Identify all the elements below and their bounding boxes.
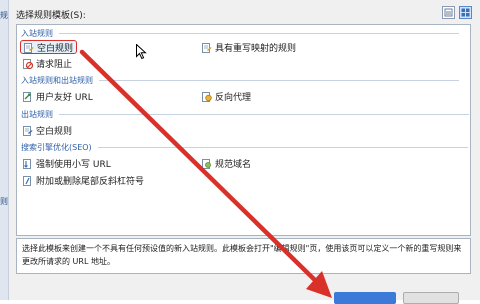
rule-item-label: 附加或删除尾部反斜杠符号 [36,176,145,187]
rule-item-request-block[interactable]: 请求阻止 [22,56,72,70]
group-header-outbound: 出站规则 [21,109,469,120]
left-panel-fragment: 则 [0,197,8,206]
ok-button[interactable] [334,292,396,304]
rule-document-icon [22,125,33,136]
rule-item-label: 反向代理 [215,92,252,103]
template-description: 选择此模板来创建一个不具有任何预设值的新入站规则。此模板会打开"编辑规则"页，使… [16,238,471,274]
group-header-label: 入站规则 [21,29,53,38]
view-toggle [442,6,472,19]
group-header-label: 搜索引擎优化(SEO) [21,143,92,152]
rule-item-label: 规范域名 [215,159,252,170]
rule-template-list[interactable]: 入站规则 空白规则 具有重写映射的规则 请求阻止 入站规则和出站规则 用户友好 … [16,24,471,236]
rule-document-icon [22,158,33,169]
left-panel-edge: 规 则 [0,0,9,300]
group-header-label: 入站规则和出站规则 [21,76,93,85]
cancel-button[interactable] [403,292,459,304]
group-header-inbound: 入站规则 [21,28,459,39]
rule-document-icon [201,158,212,169]
left-panel-fragment: 规 [0,11,8,20]
group-header-seo: 搜索引擎优化(SEO) [21,142,468,153]
rule-document-icon [22,175,33,186]
rule-item-trailing-slash[interactable]: 附加或删除尾部反斜杠符号 [22,173,144,187]
rule-item-rewrite-map[interactable]: 具有重写映射的规则 [201,40,296,54]
rule-item-blank-outbound[interactable]: 空白规则 [22,123,72,137]
rule-item-label: 具有重写映射的规则 [215,43,297,54]
rule-document-icon [23,42,34,53]
rule-item-friendly-url[interactable]: 用户友好 URL [22,89,93,103]
group-header-label: 出站规则 [21,110,53,119]
group-header-in-out: 入站规则和出站规则 [21,75,459,86]
rule-item-label: 用户友好 URL [36,92,93,103]
view-list-icon [444,8,453,17]
friendly-url-icon [22,91,33,102]
add-rules-dialog: 选择规则模板(S): 入站规则 空白规则 具有重写映射的规则 请求阻止 入站规则… [9,0,480,304]
rule-item-lowercase-url[interactable]: 强制使用小写 URL [22,156,111,170]
rule-item-reverse-proxy[interactable]: 反向代理 [201,89,251,103]
rule-item-canonical-domain[interactable]: 规范域名 [201,156,251,170]
block-icon [22,58,33,69]
template-list-label: 选择规则模板(S): [16,11,86,21]
rule-item-label: 请求阻止 [36,59,73,70]
rule-item-label: 空白规则 [37,43,74,54]
rule-item-label: 强制使用小写 URL [36,159,111,170]
reverse-proxy-icon [201,91,212,102]
view-grid-button[interactable] [459,6,472,19]
mouse-cursor-icon [136,44,147,60]
rule-document-icon [201,42,212,53]
rule-item-blank-inbound[interactable]: 空白规则 [20,40,78,54]
rule-item-label: 空白规则 [36,126,73,137]
view-grid-icon [461,8,470,17]
view-list-button[interactable] [442,6,455,19]
